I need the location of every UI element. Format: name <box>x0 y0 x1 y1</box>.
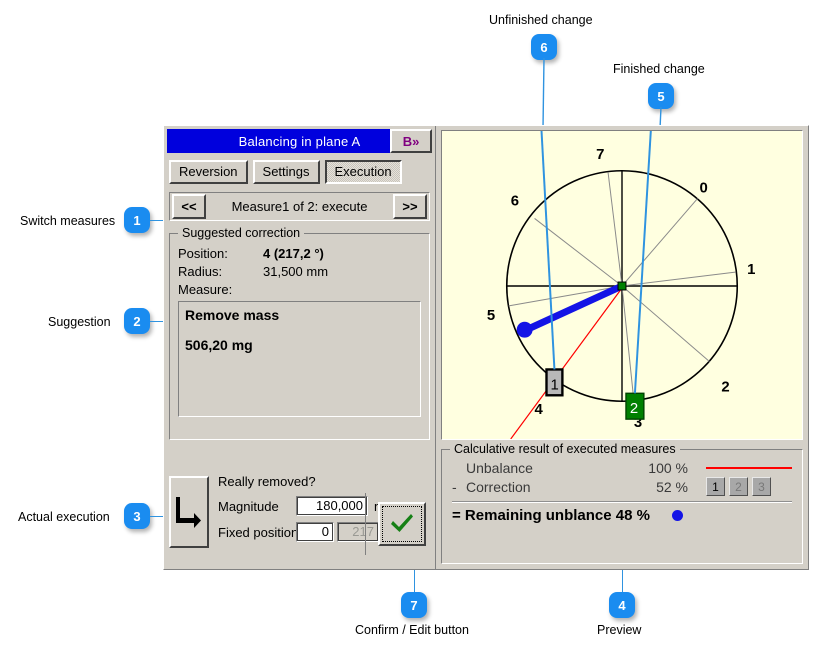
callout-marker-2: 2 <box>124 308 150 334</box>
svg-text:0: 0 <box>699 181 707 197</box>
result-divider <box>452 501 792 503</box>
radius-label: Radius: <box>178 264 263 279</box>
tab-reversion[interactable]: Reversion <box>169 160 248 184</box>
confirm-button-wrapper <box>365 493 426 555</box>
annotation-label-3: Actual execution <box>18 511 110 524</box>
callout-marker-6: 6 <box>531 34 557 60</box>
svg-text:2: 2 <box>721 379 729 395</box>
svg-text:1: 1 <box>747 262 755 278</box>
measure-amount-text: 506,20 mg <box>185 337 414 353</box>
unbalance-row: Unbalance 100 % <box>452 460 792 476</box>
calculative-result-group: Calculative result of executed measures … <box>441 449 803 564</box>
annotation-label-4: Preview <box>597 624 641 637</box>
balancing-application-window: Balancing in plane A B» Reversion Settin… <box>163 125 809 570</box>
checkmark-icon <box>382 506 422 542</box>
svg-text:4: 4 <box>535 402 544 418</box>
unbalance-line-swatch <box>706 467 792 469</box>
measure-label: Measure: <box>178 282 421 297</box>
magnitude-label: Magnitude <box>218 499 296 514</box>
calculative-result-title: Calculative result of executed measures <box>450 442 680 456</box>
correction-row: - Correction 52 % 1 2 3 <box>452 477 792 496</box>
svg-text:5: 5 <box>487 308 495 324</box>
correction-sign: - <box>452 479 466 495</box>
correction-preview-diagram[interactable]: 0 1 2 3 4 5 6 7 1 2 <box>441 130 803 440</box>
really-removed-question: Really removed? <box>218 474 430 489</box>
radius-row: Radius: 31,500 mm <box>178 264 421 279</box>
callout-marker-3: 3 <box>124 503 150 529</box>
leader-line-7 <box>414 568 415 593</box>
correction-value: 52 % <box>606 479 688 495</box>
measure-badge-2[interactable]: 2 <box>729 477 748 496</box>
remaining-dot-swatch <box>672 510 683 521</box>
annotation-label-1: Switch measures <box>20 215 115 228</box>
radius-value: 31,500 mm <box>263 264 328 279</box>
measure-navigation-bar: << Measure1 of 2: execute >> <box>169 192 430 221</box>
measure-description-box: Remove mass 506,20 mg <box>178 301 421 417</box>
correction-badges: 1 2 3 <box>688 477 792 496</box>
leader-line-6 <box>520 58 560 128</box>
measure-badge-1[interactable]: 1 <box>706 477 725 496</box>
annotation-label-7: Confirm / Edit button <box>355 624 469 637</box>
svg-text:7: 7 <box>596 147 604 163</box>
suggested-correction-title: Suggested correction <box>178 226 304 240</box>
measure-status-text: Measure1 of 2: execute <box>208 199 391 214</box>
callout-marker-1: 1 <box>124 207 150 233</box>
fixed-position-input[interactable] <box>296 522 334 542</box>
annotation-label-2: Suggestion <box>48 316 111 329</box>
callout-marker-7: 7 <box>401 592 427 618</box>
b-forward-button[interactable]: B» <box>390 129 432 153</box>
position-value: 4 (217,2 °) <box>263 246 324 261</box>
confirm-edit-button[interactable] <box>378 502 426 546</box>
svg-text:1: 1 <box>550 377 558 393</box>
measure-action-text: Remove mass <box>185 307 414 323</box>
tab-strip: Reversion Settings Execution <box>169 160 435 184</box>
correction-label: Correction <box>466 479 606 495</box>
measure-badge-3[interactable]: 3 <box>752 477 771 496</box>
tab-execution[interactable]: Execution <box>325 160 402 184</box>
page-title: Balancing in plane A <box>239 134 361 149</box>
annotation-label-6: Unfinished change <box>489 14 593 27</box>
magnitude-input[interactable] <box>296 496 368 516</box>
leader-line-4 <box>622 568 623 593</box>
unbalance-legend <box>688 467 792 469</box>
execution-input-area: Really removed? Magnitude mg Fixed posit… <box>169 471 430 558</box>
position-label: Position: <box>178 246 263 261</box>
remaining-unbalance-row: = Remaining unblance 48 % <box>452 507 792 524</box>
callout-marker-5: 5 <box>648 83 674 109</box>
suggested-correction-group: Suggested correction Position: 4 (217,2 … <box>169 233 430 440</box>
remaining-unbalance-text: = Remaining unblance 48 % <box>452 507 650 524</box>
unbalance-label: Unbalance <box>466 460 606 476</box>
callout-marker-4: 4 <box>609 592 635 618</box>
next-measure-button[interactable]: >> <box>393 194 427 219</box>
window-title-bar: Balancing in plane A B» <box>167 129 432 153</box>
tab-settings[interactable]: Settings <box>253 160 320 184</box>
annotation-label-5: Finished change <box>613 63 705 76</box>
fixed-position-label: Fixed position <box>218 525 296 540</box>
left-control-pane: Balancing in plane A B» Reversion Settin… <box>164 126 436 569</box>
polar-correction-chart: 0 1 2 3 4 5 6 7 1 2 <box>442 131 802 439</box>
previous-measure-button[interactable]: << <box>172 194 206 219</box>
svg-text:2: 2 <box>630 401 638 417</box>
svg-text:6: 6 <box>511 194 519 210</box>
down-right-arrow-icon[interactable] <box>169 476 209 548</box>
right-preview-pane: 0 1 2 3 4 5 6 7 1 2 Calculative result <box>436 126 808 569</box>
position-row: Position: 4 (217,2 °) <box>178 246 421 261</box>
unbalance-value: 100 % <box>606 460 688 476</box>
